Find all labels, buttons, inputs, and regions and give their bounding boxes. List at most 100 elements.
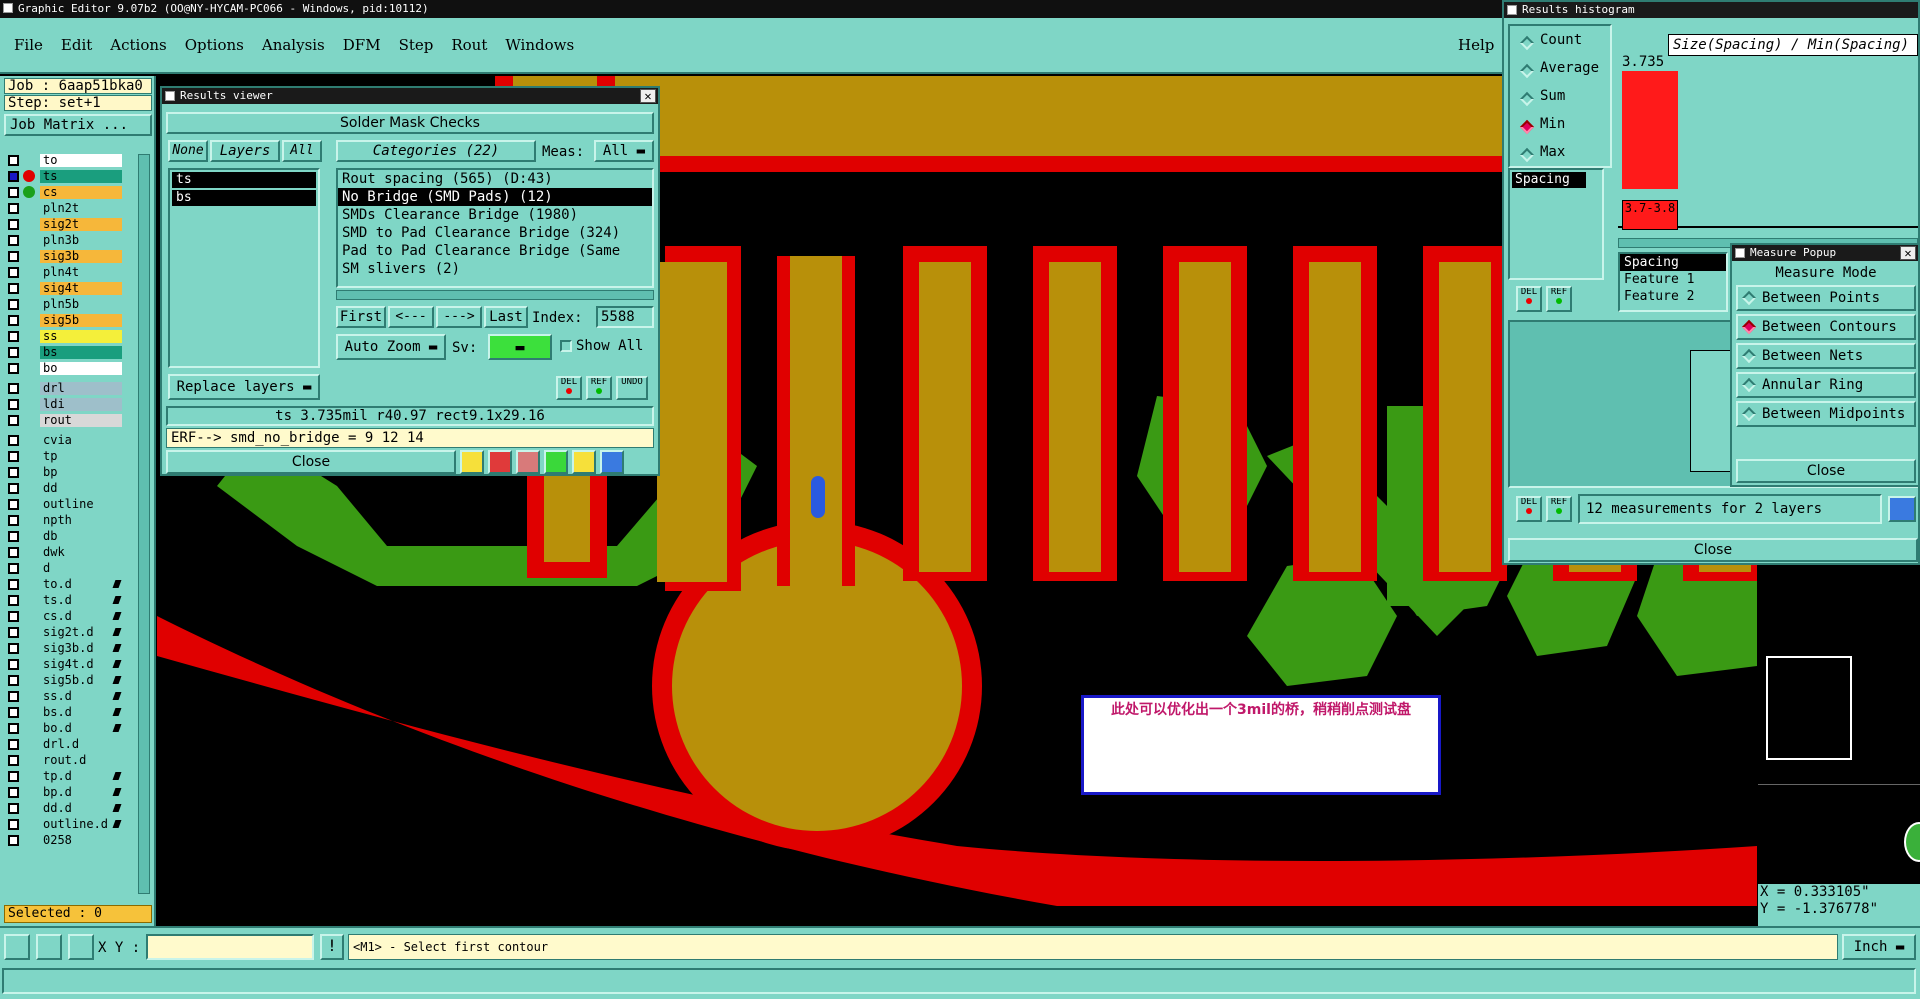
menu-windows[interactable]: Windows [505, 36, 574, 54]
layer-row[interactable]: cs.d [6, 610, 124, 623]
layer-row[interactable]: ss [6, 330, 124, 343]
layer-row[interactable]: ts.d [6, 594, 124, 607]
layer-checkbox[interactable] [8, 675, 19, 686]
layer-checkbox[interactable] [8, 315, 19, 326]
results-viewer-close-icon[interactable]: ✕ [640, 89, 656, 103]
measure-popup-close-button[interactable]: Close [1736, 459, 1916, 483]
zoom-badge-icon[interactable] [1904, 822, 1920, 862]
feature-item[interactable]: Spacing [1620, 254, 1726, 271]
layer-checkbox[interactable] [8, 499, 19, 510]
layer-row[interactable]: bo.d [6, 722, 124, 735]
layer-row[interactable]: drl [6, 382, 124, 395]
layer-row[interactable]: rout.d [6, 754, 124, 767]
layer-checkbox[interactable] [8, 595, 19, 606]
layer-checkbox[interactable] [8, 235, 19, 246]
last-button[interactable]: Last [484, 306, 528, 328]
layer-checkbox[interactable] [8, 563, 19, 574]
grid-icon[interactable] [68, 934, 94, 960]
category-item[interactable]: Rout spacing (565) (D:43) [338, 170, 652, 188]
layer-checkbox[interactable] [8, 515, 19, 526]
number-tool-icon[interactable] [544, 450, 568, 474]
menu-analysis[interactable]: Analysis [262, 36, 325, 54]
layer-row[interactable]: pln5b [6, 298, 124, 311]
layer-row[interactable]: to [6, 154, 124, 167]
menu-options[interactable]: Options [185, 36, 244, 54]
layer-row[interactable]: cs [6, 186, 124, 199]
results-category-list[interactable]: Rout spacing (565) (D:43) No Bridge (SMD … [336, 168, 654, 288]
measure-popup-close-icon[interactable]: ✕ [1900, 246, 1916, 260]
results-layer-list[interactable]: ts bs [168, 168, 320, 368]
histogram-list-item[interactable]: Spacing [1512, 172, 1586, 188]
layer-checkbox[interactable] [8, 803, 19, 814]
histogram-bar[interactable] [1622, 71, 1678, 189]
layer-checkbox[interactable] [8, 643, 19, 654]
category-item[interactable]: No Bridge (SMD Pads) (12) [338, 188, 652, 206]
meas-select[interactable]: All ▬ [594, 140, 654, 162]
option-radio-average[interactable] [1519, 63, 1535, 79]
layer-row[interactable]: pln3b [6, 234, 124, 247]
layer-row[interactable]: sig3b.d [6, 642, 124, 655]
layer-row[interactable]: tp [6, 450, 124, 463]
feature-item[interactable]: Feature 1 [1620, 271, 1726, 288]
hist-del-icon[interactable]: DEL [1516, 286, 1542, 312]
feature-list[interactable]: Spacing Feature 1 Feature 2 [1618, 252, 1728, 312]
category-item[interactable]: SMDs Clearance Bridge (1980) [338, 206, 652, 224]
layer-row[interactable]: sig5b.d [6, 674, 124, 687]
undo-icon[interactable]: UNDO [616, 376, 648, 400]
ref-icon[interactable]: REF [586, 376, 612, 400]
layer-checkbox[interactable] [8, 483, 19, 494]
option-radio-sum[interactable] [1519, 91, 1535, 107]
category-item[interactable]: SM slivers (2) [338, 260, 652, 278]
menu-edit[interactable]: Edit [61, 36, 92, 54]
layer-checkbox[interactable] [8, 707, 19, 718]
auto-zoom-select[interactable]: Auto Zoom ▬ [336, 334, 446, 360]
measure-mode-between-nets[interactable]: Between Nets [1736, 343, 1916, 369]
layer-row[interactable]: db [6, 530, 124, 543]
results-close-button[interactable]: Close [166, 450, 456, 474]
layer-checkbox[interactable] [8, 155, 19, 166]
layer-checkbox[interactable] [8, 251, 19, 262]
layer-row[interactable]: sig3b [6, 250, 124, 263]
layer-checkbox[interactable] [8, 203, 19, 214]
layer-checkbox[interactable] [8, 771, 19, 782]
layer-row[interactable]: 0258 [6, 834, 124, 847]
layer-row[interactable]: outline.d [6, 818, 124, 831]
chart-icon[interactable] [1888, 496, 1916, 522]
prev-button[interactable]: <--- [388, 306, 434, 328]
layer-checkbox[interactable] [8, 171, 19, 182]
layer-row[interactable]: sig4t.d [6, 658, 124, 671]
xy-input[interactable] [146, 934, 314, 960]
histogram-list[interactable]: Spacing [1508, 168, 1604, 280]
hist2-ref-icon[interactable]: REF [1546, 496, 1572, 522]
export-icon[interactable] [488, 450, 512, 474]
layer-row[interactable]: bp [6, 466, 124, 479]
measure-mode-annular-ring[interactable]: Annular Ring [1736, 372, 1916, 398]
layer-row[interactable]: dwk [6, 546, 124, 559]
measure-icon[interactable] [36, 934, 62, 960]
snap-icon[interactable] [4, 934, 30, 960]
layer-row[interactable]: sig4t [6, 282, 124, 295]
layer-checkbox[interactable] [8, 547, 19, 558]
alert-icon[interactable]: ! [320, 934, 344, 960]
help-menu[interactable]: Help [1458, 36, 1494, 54]
layer-checkbox[interactable] [8, 723, 19, 734]
layer-checkbox[interactable] [8, 819, 19, 830]
layer-tool-icon[interactable] [460, 450, 484, 474]
category-item[interactable]: Pad to Pad Clearance Bridge (Same [338, 242, 652, 260]
unit-select[interactable]: Inch ▬ [1842, 934, 1916, 960]
delete-all-icon[interactable] [516, 450, 540, 474]
categories-button[interactable]: Categories (22) [336, 140, 536, 162]
layer-row[interactable]: to.d [6, 578, 124, 591]
layer-row[interactable]: npth [6, 514, 124, 527]
layer-row[interactable]: rout [6, 414, 124, 427]
histogram-close-button[interactable]: Close [1508, 538, 1918, 562]
layer-checkbox[interactable] [8, 399, 19, 410]
layer-checkbox[interactable] [8, 187, 19, 198]
layer-row[interactable]: tp.d [6, 770, 124, 783]
menu-dfm[interactable]: DFM [343, 36, 381, 54]
layer-checkbox[interactable] [8, 219, 19, 230]
replace-layers-select[interactable]: Replace layers ▬ [168, 374, 320, 400]
layer-checkbox[interactable] [8, 627, 19, 638]
layer-checkbox[interactable] [8, 755, 19, 766]
measure-mode-between-contours[interactable]: Between Contours [1736, 314, 1916, 340]
